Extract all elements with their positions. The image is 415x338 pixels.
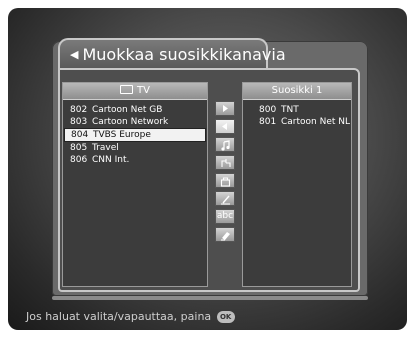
pencil-icon <box>221 195 230 205</box>
back-arrow-icon[interactable]: ◀ <box>70 48 78 61</box>
channel-name: Travel <box>92 143 119 153</box>
list-item[interactable]: 803 Cartoon Network <box>63 116 207 128</box>
channel-number: 804 <box>71 130 89 140</box>
favorites-header: Suosikki 1 <box>243 83 351 100</box>
page-title-text: Muokkaa suosikkikanavia <box>82 45 286 64</box>
eraser-icon <box>221 232 230 241</box>
channel-name: Cartoon Network <box>92 117 169 127</box>
channel-list-panel: TV 802 Cartoon Net GB 803 Cartoon Network … <box>62 82 208 287</box>
help-text-label: Jos haluat valita/vapauttaa, paina <box>26 310 212 323</box>
favorites-list: 800 TNT 801 Cartoon Net NL <box>243 100 351 128</box>
lock-icon <box>220 177 231 187</box>
ok-button-icon: OK <box>216 311 235 323</box>
page-title: ◀ Muokkaa suosikkikanavia <box>58 38 286 68</box>
channel-number: 800 <box>259 105 277 115</box>
footer-divider <box>52 296 368 300</box>
channel-name: Cartoon Net NL <box>281 117 351 127</box>
list-item[interactable]: 806 CNN Int. <box>63 154 207 166</box>
channel-list-header-label: TV <box>137 85 150 96</box>
help-text: Jos haluat valita/vapauttaa, paina OK <box>26 310 235 323</box>
move-icon <box>221 159 231 167</box>
arrow-left-icon <box>222 123 227 130</box>
move-button[interactable] <box>215 155 235 170</box>
channel-name: TVBS Europe <box>93 130 151 140</box>
arrow-right-icon <box>223 105 228 112</box>
music-note-icon <box>221 140 230 151</box>
music-filter-button[interactable] <box>215 137 235 152</box>
list-item[interactable]: 802 Cartoon Net GB <box>63 104 207 116</box>
abc-label: abc <box>216 211 234 221</box>
channel-number: 801 <box>259 117 277 127</box>
favorites-panel: Suosikki 1 800 TNT 801 Cartoon Net NL <box>242 82 352 287</box>
delete-button[interactable] <box>215 227 235 242</box>
list-item[interactable]: 805 Travel <box>63 142 207 154</box>
channel-number: 802 <box>70 105 88 115</box>
channel-number: 803 <box>70 117 88 127</box>
channel-name: Cartoon Net GB <box>92 105 163 115</box>
lock-button[interactable] <box>215 173 235 188</box>
channel-number: 806 <box>70 155 88 165</box>
add-to-favorites-button[interactable] <box>215 101 235 116</box>
action-buttons: abc <box>215 101 235 245</box>
tv-icon <box>120 85 134 94</box>
channel-name: TNT <box>281 105 299 115</box>
channel-list: 802 Cartoon Net GB 803 Cartoon Network 804… <box>63 100 207 166</box>
channel-list-header: TV <box>63 83 207 100</box>
channel-name: CNN Int. <box>92 155 130 165</box>
list-item[interactable]: 800 TNT <box>243 104 351 116</box>
list-item-selected[interactable]: 804 TVBS Europe <box>64 128 206 142</box>
channel-number: 805 <box>70 143 88 153</box>
list-item[interactable]: 801 Cartoon Net NL <box>243 116 351 128</box>
edit-button[interactable] <box>215 191 235 206</box>
remove-from-favorites-button[interactable] <box>215 119 235 134</box>
rename-button[interactable]: abc <box>215 209 235 224</box>
